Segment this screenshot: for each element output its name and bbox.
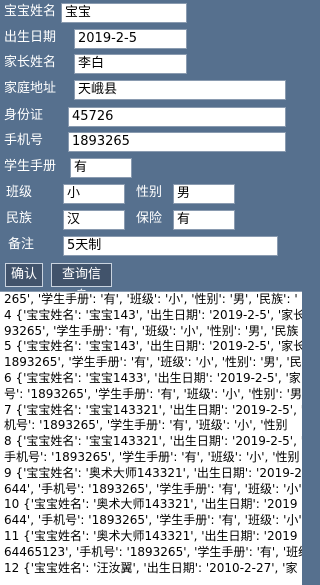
birth-date-label: 出生日期 xyxy=(4,30,57,45)
output-log[interactable]: 265', '学生手册': '有', '班级': '小', '性别': '男',… xyxy=(0,291,302,585)
log-line: 手机号': '1893265', '学生手册': '有', '班级': '小',… xyxy=(4,449,300,464)
class-label: 班级 xyxy=(6,185,33,200)
log-line: 1893265', '学生手册': '有', '班级': '小', '性别': … xyxy=(4,355,302,370)
gender-field[interactable]: 男 xyxy=(173,184,235,204)
ethnicity-label: 民族 xyxy=(6,211,33,226)
log-line: 10 {'宝宝姓名': '奥术大师143321', '出生日期': '2019 xyxy=(4,497,298,512)
parent-name-field[interactable]: 李白 xyxy=(74,54,187,74)
baby-name-label: 宝宝姓名 xyxy=(4,4,57,19)
log-line: 64465123', '手机号': '1893265', '学生手册': '有'… xyxy=(4,544,302,559)
log-line: 93265', '学生手册': '有', '班级': '小', '性别': '男… xyxy=(4,323,299,338)
log-line: 号': '1893265', '学生手册': '有', '班级': '小', '… xyxy=(4,386,302,401)
log-line: 11 {'宝宝姓名': '奥术大师143321', '出生日期': '2019 xyxy=(4,528,298,543)
address-label: 家庭地址 xyxy=(4,81,57,96)
insurance-label: 保险 xyxy=(136,211,163,226)
confirm-button[interactable]: 确认 xyxy=(5,263,43,287)
handbook-field[interactable]: 有 xyxy=(70,158,132,178)
log-line: 4 {'宝宝姓名': '宝宝143', '出生日期': '2019-2-5', … xyxy=(4,307,302,322)
log-line: 8 {'宝宝姓名': '宝宝143321', '出生日期': '2019-2-5… xyxy=(4,434,302,449)
log-line: 6 {'宝宝姓名': '宝宝1433', '出生日期': '2019-2-5',… xyxy=(4,370,301,385)
ethnicity-field[interactable]: 汉 xyxy=(63,210,125,230)
birth-date-field[interactable]: 2019-2-5 xyxy=(74,29,187,49)
insurance-field[interactable]: 有 xyxy=(173,210,235,230)
log-line: 机号': '1893265', '学生手册': '有', '班级': '小', … xyxy=(4,418,288,433)
log-line: 265', '学生手册': '有', '班级': '小', '性别': '男',… xyxy=(4,292,298,306)
log-line: 5 {'宝宝姓名': '宝宝143', '出生日期': '2019-2-5', … xyxy=(4,339,302,354)
phone-field[interactable]: 1893265 xyxy=(68,132,286,152)
parent-name-label: 家长姓名 xyxy=(4,55,57,70)
log-line: 644', '手机号': '1893265', '学生手册': '有', '班级… xyxy=(4,481,302,496)
log-line: 12 {'宝宝姓名': '汪汝翼', '出生日期': '2010-2-27', … xyxy=(4,560,298,575)
class-field[interactable]: 小 xyxy=(63,184,125,204)
phone-label: 手机号 xyxy=(4,133,44,148)
baby-name-field[interactable]: 宝宝 xyxy=(61,3,187,23)
log-line: 644', '手机号': '1893265', '学生手册': '有', '班级… xyxy=(4,513,302,528)
log-line: 9 {'宝宝姓名': '奥术大师143321', '出生日期': '2019-2 xyxy=(4,465,302,480)
gender-label: 性别 xyxy=(136,185,163,200)
query-info-button[interactable]: 查询信息 xyxy=(51,263,112,304)
note-label: 备注 xyxy=(8,237,35,252)
address-field[interactable]: 天峨县 xyxy=(74,80,286,100)
id-card-field[interactable]: 45726 xyxy=(68,107,286,127)
handbook-label: 学生手册 xyxy=(4,159,57,174)
log-line: 7 {'宝宝姓名': '宝宝143321', '出生日期': '2019-2-5… xyxy=(4,402,302,417)
note-field[interactable]: 5天制 xyxy=(63,236,278,256)
id-card-label: 身份证 xyxy=(4,108,44,123)
